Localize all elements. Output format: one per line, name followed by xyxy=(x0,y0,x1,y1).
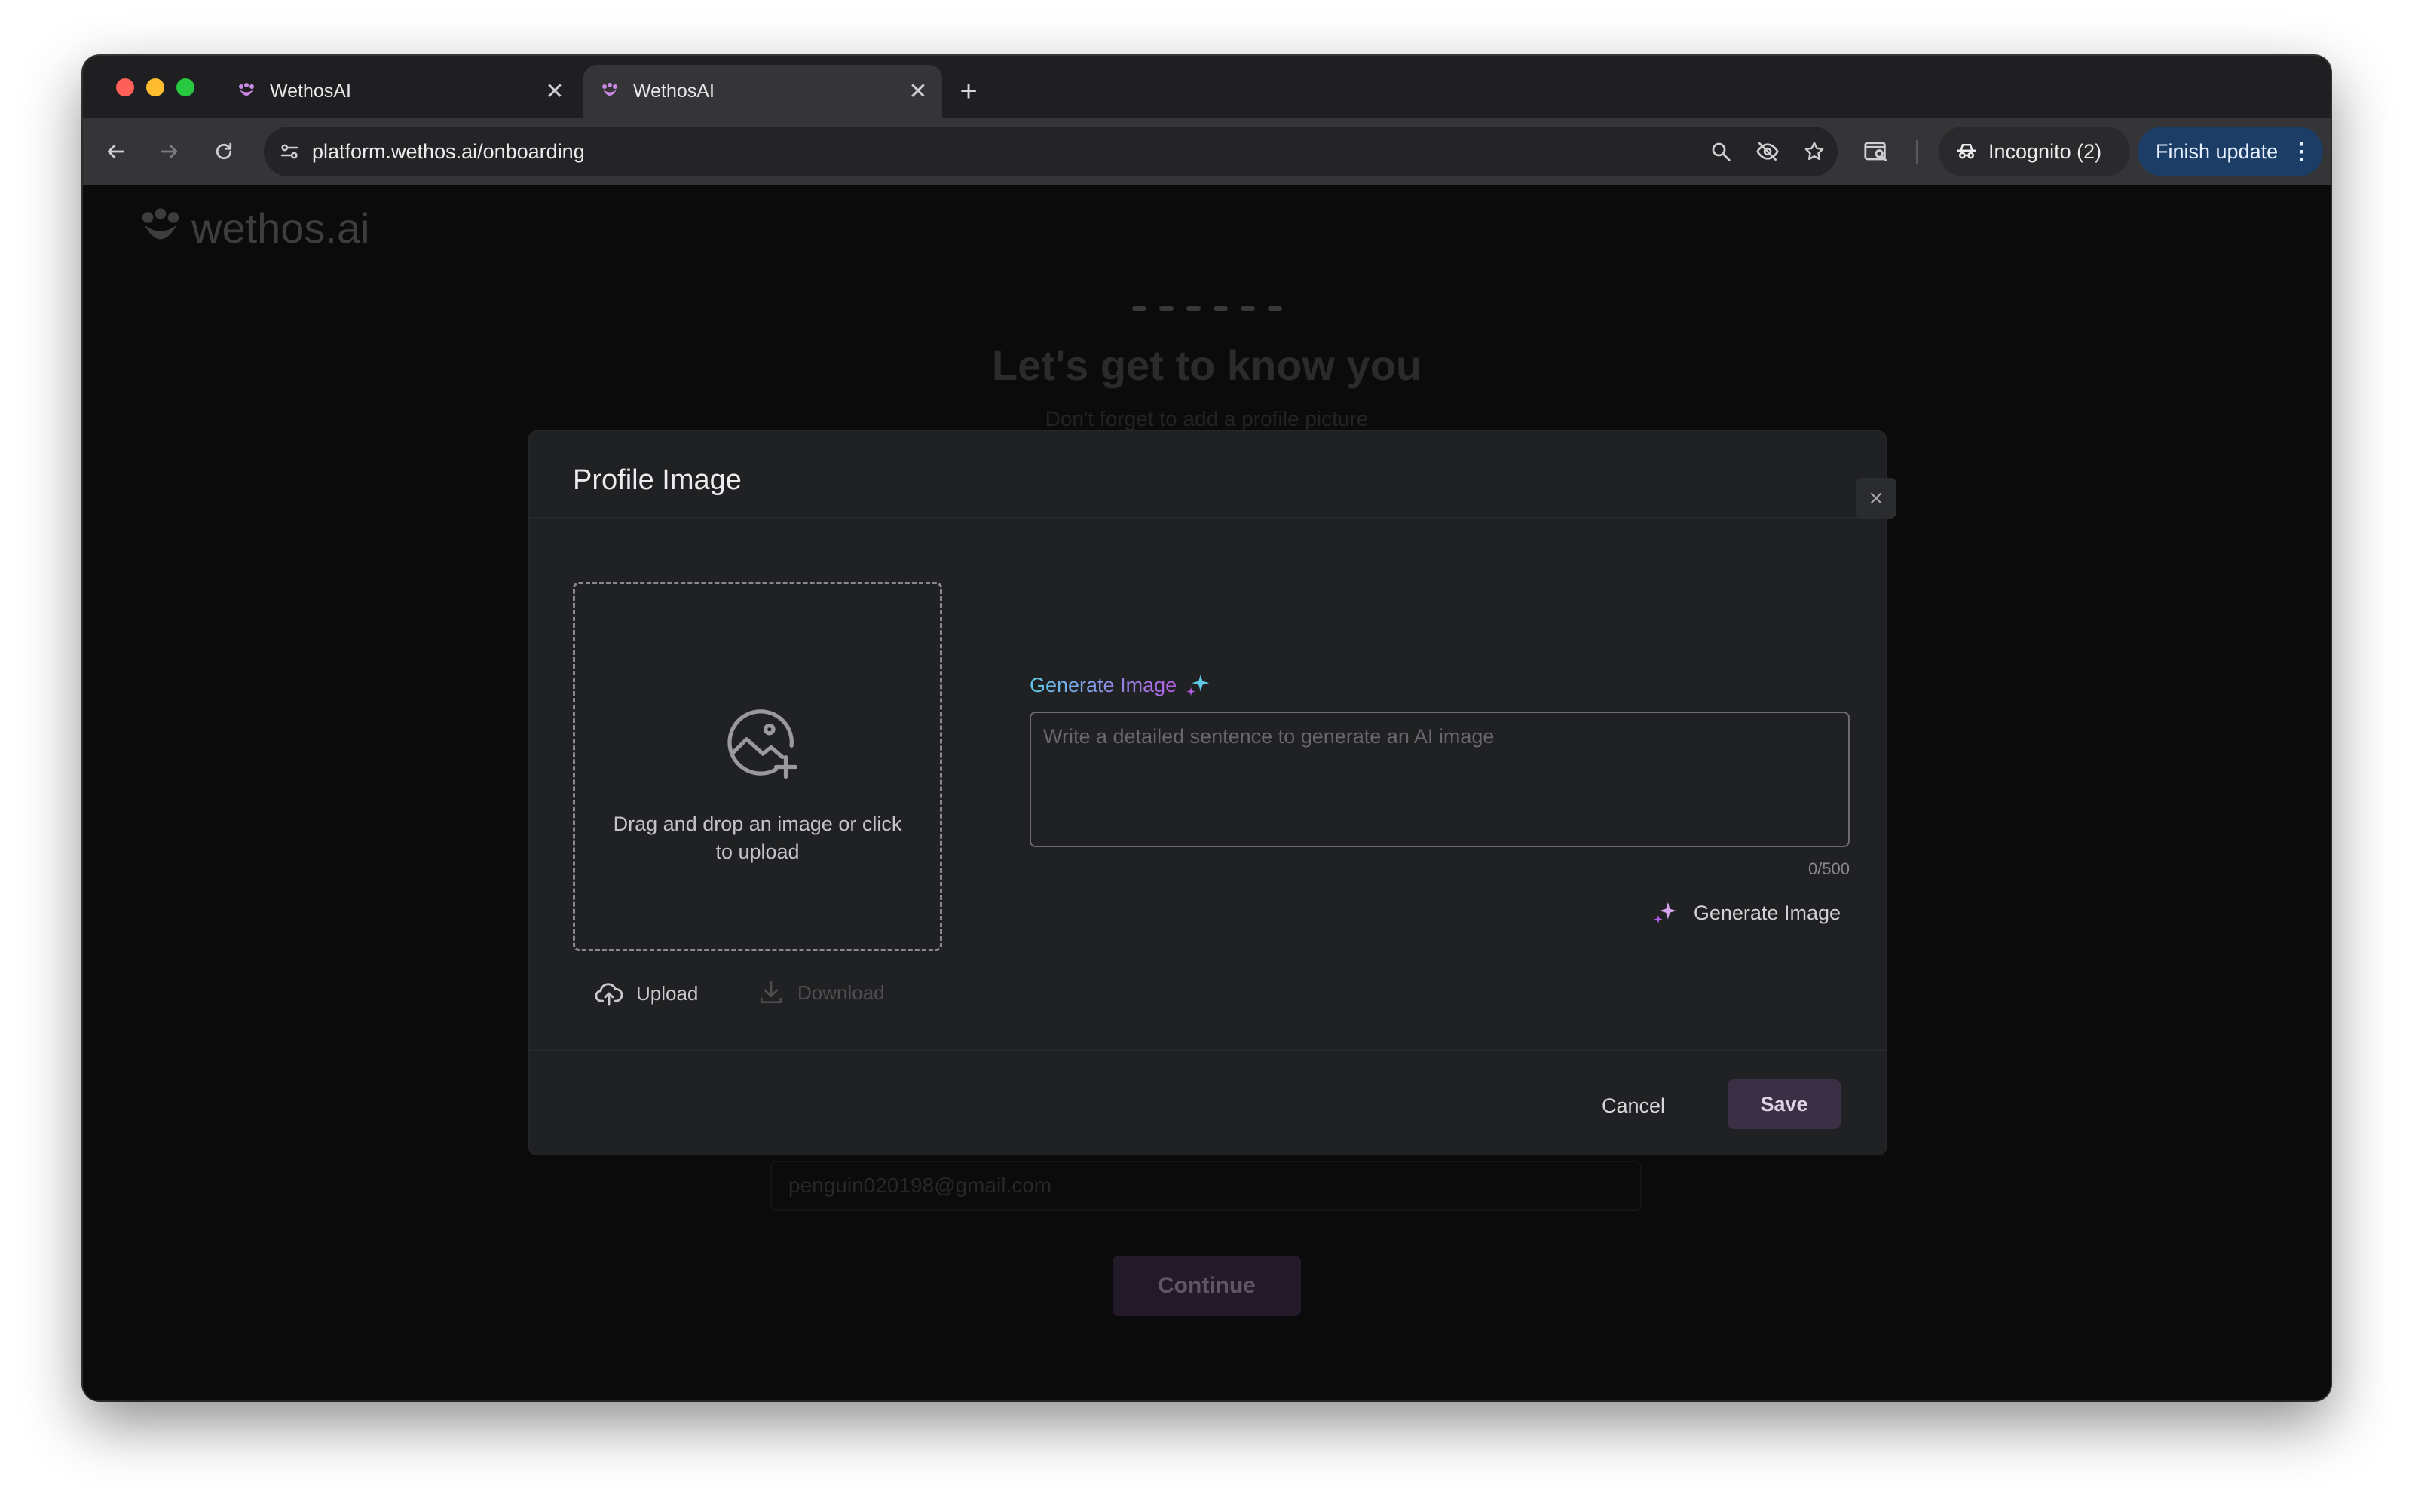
minimize-window-button[interactable] xyxy=(146,78,164,96)
tab-close-icon[interactable]: ✕ xyxy=(903,78,933,105)
incognito-icon xyxy=(1955,140,1978,163)
dropzone-text: Drag and drop an image or click to uploa… xyxy=(613,813,902,863)
wethos-logo: wethos.ai xyxy=(137,204,370,253)
generate-image-button[interactable]: Generate Image xyxy=(1615,892,1841,933)
browser-toolbar: platform.wethos.ai/onboarding Incognito … xyxy=(83,118,2331,185)
tab-strip: WethosAI ✕ WethosAI ✕ + xyxy=(83,56,2331,118)
forward-button[interactable] xyxy=(149,131,190,172)
sparkle-icon xyxy=(1654,901,1677,924)
cancel-button[interactable]: Cancel xyxy=(1584,1082,1682,1129)
toolbar-divider xyxy=(1916,140,1918,164)
step-dot xyxy=(1214,306,1228,311)
close-window-button[interactable] xyxy=(116,78,134,96)
save-button[interactable]: Save xyxy=(1728,1079,1841,1129)
finish-update-button[interactable]: Finish update ⋮ xyxy=(2138,127,2323,176)
page-title: Let's get to know you xyxy=(991,341,1422,389)
wethos-logo-icon xyxy=(137,207,184,250)
browser-window: WethosAI ✕ WethosAI ✕ + platform.wethos.… xyxy=(83,56,2331,1400)
step-dot xyxy=(1268,306,1282,311)
ai-prompt-input[interactable] xyxy=(1030,712,1850,847)
modal-divider xyxy=(529,517,1886,519)
address-bar[interactable]: platform.wethos.ai/onboarding xyxy=(264,127,1838,176)
tab-wethosai-2[interactable]: WethosAI ✕ xyxy=(583,65,942,118)
step-indicator xyxy=(1132,306,1282,311)
sparkle-icon xyxy=(1186,672,1211,698)
image-add-icon xyxy=(722,703,800,785)
tab-wethosai-1[interactable]: WethosAI ✕ xyxy=(220,65,579,118)
profile-image-modal: Profile Image Drag and drop an image or … xyxy=(529,431,1886,1155)
step-dot xyxy=(1186,306,1201,311)
page-subtitle: Don't forget to add a profile picture xyxy=(1045,407,1369,430)
tab-title: WethosAI xyxy=(270,80,351,102)
incognito-button[interactable]: Incognito (2) xyxy=(1939,127,2130,176)
close-icon xyxy=(1870,492,1882,504)
logo-text: wethos.ai xyxy=(191,204,370,252)
step-dot xyxy=(1132,306,1146,311)
arrow-right-icon xyxy=(161,145,178,158)
modal-close-button[interactable] xyxy=(1856,478,1896,519)
download-icon xyxy=(760,981,782,1004)
new-tab-button[interactable]: + xyxy=(948,71,989,112)
step-dot xyxy=(1241,306,1255,311)
modal-footer-divider xyxy=(529,1049,1886,1051)
star-icon[interactable] xyxy=(1791,128,1838,175)
modal-title: Profile Image xyxy=(573,464,742,496)
generate-image-heading-text: Generate Image xyxy=(1030,673,1177,696)
continue-button[interactable]: Continue xyxy=(1113,1256,1301,1316)
wethos-logo-icon xyxy=(598,80,621,103)
generate-image-heading: Generate Image xyxy=(1030,672,1211,698)
tab-title: WethosAI xyxy=(633,80,715,102)
tab-close-icon[interactable]: ✕ xyxy=(540,78,570,105)
magnifier-icon[interactable] xyxy=(1697,128,1744,175)
email-field[interactable]: penguin020198@gmail.com xyxy=(770,1161,1642,1211)
side-panel-search-icon[interactable] xyxy=(1856,131,1896,172)
cloud-upload-icon xyxy=(595,983,623,1006)
arrow-left-icon xyxy=(107,145,124,158)
reload-icon xyxy=(216,142,232,160)
upload-label: Upload xyxy=(636,981,699,1005)
url-text[interactable]: platform.wethos.ai/onboarding xyxy=(312,140,1697,164)
incognito-label: Incognito (2) xyxy=(1988,139,2102,163)
download-label: Download xyxy=(797,981,885,1004)
eye-off-icon[interactable] xyxy=(1744,128,1791,175)
generate-image-button-label: Generate Image xyxy=(1693,901,1841,924)
back-button[interactable] xyxy=(95,131,136,172)
page-content: wethos.ai Let's get to know you Don't fo… xyxy=(83,185,2331,1400)
maximize-window-button[interactable] xyxy=(176,78,194,96)
step-dot xyxy=(1159,306,1174,311)
reload-button[interactable] xyxy=(204,131,244,172)
character-counter: 0/500 xyxy=(1807,859,1850,878)
image-dropzone[interactable]: Drag and drop an image or click to uploa… xyxy=(573,582,942,951)
tune-icon[interactable] xyxy=(273,135,306,168)
download-button[interactable]: Download xyxy=(757,978,885,1007)
kebab-menu-icon[interactable]: ⋮ xyxy=(2290,139,2312,165)
finish-update-label: Finish update xyxy=(2156,139,2279,163)
wethos-logo-icon xyxy=(235,80,258,103)
upload-button[interactable]: Upload xyxy=(594,978,698,1009)
